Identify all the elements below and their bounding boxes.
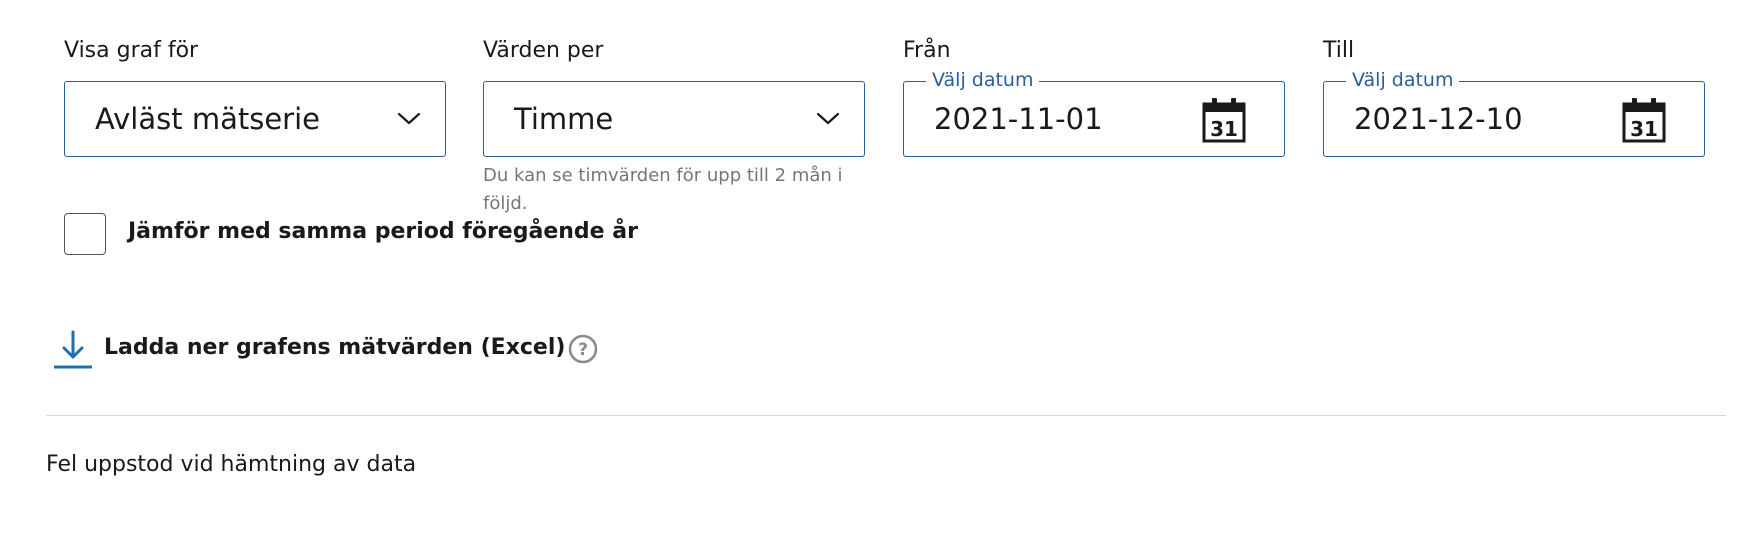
graph-for-select[interactable]: Avläst mätserie: [64, 81, 446, 157]
svg-text:?: ?: [578, 340, 588, 360]
from-label: Från: [903, 38, 951, 63]
section-divider: [46, 415, 1726, 416]
from-date-field[interactable]: Välj datum 2021-11-01 31: [903, 69, 1285, 157]
to-date-legend: Välj datum: [1346, 69, 1460, 91]
svg-text:31: 31: [1630, 117, 1658, 141]
help-icon[interactable]: ?: [568, 334, 598, 364]
calendar-icon[interactable]: 31: [1202, 97, 1246, 143]
graph-for-label: Visa graf för: [64, 38, 199, 63]
chevron-down-icon: [816, 112, 840, 125]
chevron-down-icon: [397, 112, 421, 125]
values-per-selected-value: Timme: [514, 102, 614, 136]
from-date-legend: Välj datum: [926, 69, 1040, 91]
values-per-select[interactable]: Timme: [483, 81, 865, 157]
error-message: Fel uppstod vid hämtning av data: [46, 452, 417, 477]
from-date-value: 2021-11-01: [934, 102, 1103, 136]
compare-checkbox-label[interactable]: Jämför med samma period föregående år: [128, 218, 638, 246]
values-per-label: Värden per: [483, 38, 604, 63]
to-date-field[interactable]: Välj datum 2021-12-10 31: [1323, 69, 1705, 157]
graph-for-selected-value: Avläst mätserie: [95, 102, 320, 136]
values-per-hint: Du kan se timvärden för upp till 2 mån i…: [483, 165, 843, 214]
download-excel-label: Ladda ner grafens mätvärden (Excel): [104, 335, 566, 360]
calendar-icon[interactable]: 31: [1622, 97, 1666, 143]
compare-checkbox[interactable]: [64, 213, 106, 255]
download-icon: [54, 330, 92, 369]
svg-text:31: 31: [1210, 117, 1238, 141]
to-label: Till: [1323, 38, 1355, 63]
to-date-value: 2021-12-10: [1354, 102, 1523, 136]
